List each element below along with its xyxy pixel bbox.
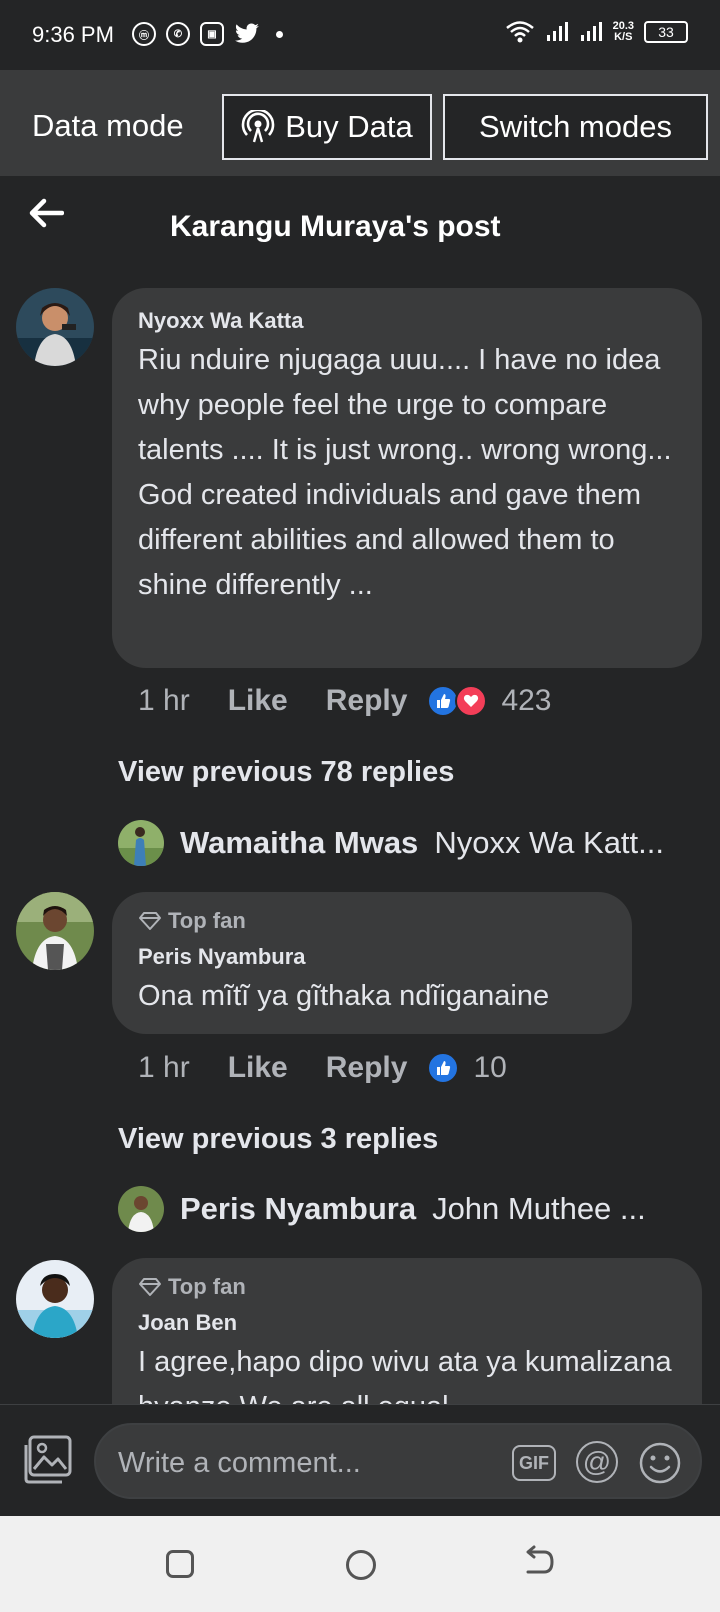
gif-button[interactable]: GIF [512,1445,556,1481]
avatar[interactable] [16,892,94,970]
page-title: Karangu Muraya's post [170,210,501,243]
top-fan-badge: Top fan [138,908,246,934]
switch-modes-button[interactable]: Switch modes [443,94,708,160]
broadcast-icon [242,110,275,143]
top-fan-label: Top fan [168,1274,246,1299]
avatar[interactable] [16,288,94,366]
comment-time: 1 hr [138,1051,190,1084]
reply-preview[interactable]: Peris Nyambura John Muthee ... [118,1186,646,1232]
buy-data-button[interactable]: Buy Data [222,94,432,160]
view-previous-replies[interactable]: View previous 78 replies [118,756,454,789]
network-speed: 20.3 K/S [613,21,634,43]
top-fan-label: Top fan [168,908,246,933]
diamond-icon [139,1278,161,1296]
back-arrow-icon[interactable] [28,198,64,228]
reply-author: Peris Nyambura [180,1191,417,1226]
comment-text: Riu nduire njugaga uuu.... I have no ide… [138,344,672,601]
emoji-icon[interactable] [638,1441,682,1485]
reactions[interactable] [427,1052,460,1084]
comment-author[interactable]: Peris Nyambura [138,944,306,970]
status-time: 9:36 PM [32,22,114,47]
reply-preview-text: Nyoxx Wa Katt... [434,825,664,860]
comment-bubble[interactable]: Top fan Peris Nyambura Ona mĩtĩ ya gĩtha… [112,892,632,1034]
data-mode-banner: Data mode Buy Data Switch modes [0,70,720,176]
comment-input[interactable]: Write a comment... GIF @ [94,1423,702,1499]
recent-apps-button[interactable] [166,1550,194,1578]
notification-icons: ⓜ ✆ ▣ [132,22,283,46]
reply-preview-text: John Muthee ... [432,1191,646,1226]
more-notifications-dot [276,30,283,38]
comment-actions: 1 hr Like Reply 423 [138,684,552,718]
twitter-notification-icon [235,23,259,43]
comment-text: I agree,hapo dipo wivu ata ya kumalizana… [138,1346,672,1404]
battery-level: 33 [658,24,674,40]
comment-bubble[interactable]: Top fan Joan Ben I agree,hapo dipo wivu … [112,1258,702,1404]
reply-button[interactable]: Reply [326,1051,408,1085]
reply-button[interactable]: Reply [326,684,408,718]
signal-icon-1 [546,22,568,41]
comment-actions: 1 hr Like Reply 10 [138,1051,507,1085]
reaction-count[interactable]: 423 [501,684,551,718]
battery-icon: 33 [644,21,688,43]
comment-placeholder: Write a comment... [118,1447,361,1479]
reaction-count[interactable]: 10 [473,1051,506,1085]
signal-icon-2 [580,22,602,41]
system-back-icon[interactable] [522,1544,556,1580]
post-header: Karangu Muraya's post [0,176,720,276]
buy-data-label: Buy Data [285,109,413,144]
avatar [118,1186,164,1232]
switch-modes-label: Switch modes [479,109,672,144]
reply-author: Wamaitha Mwas [180,825,419,860]
top-fan-badge: Top fan [138,1274,246,1300]
comment-author[interactable]: Joan Ben [138,1310,237,1336]
comment-author[interactable]: Nyoxx Wa Katta [138,308,303,334]
whatsapp-notification-icon: ✆ [166,22,190,46]
game-notification-icon: ▣ [200,22,224,46]
system-nav-bar [0,1516,720,1612]
comment-time: 1 hr [138,684,190,717]
reply-preview[interactable]: Wamaitha Mwas Nyoxx Wa Katt... [118,820,664,866]
reactions[interactable] [427,685,488,717]
thumbs-up-icon [427,1052,460,1084]
home-button[interactable] [346,1550,376,1580]
network-speed-unit: K/S [614,31,633,43]
data-mode-label: Data mode [32,108,184,143]
heart-icon [455,685,488,717]
messenger-notification-icon: ⓜ [132,22,156,46]
view-previous-replies[interactable]: View previous 3 replies [118,1123,438,1156]
comment-bubble[interactable]: Nyoxx Wa Katta Riu nduire njugaga uuu...… [112,288,702,668]
comment-clip: Top fan Joan Ben I agree,hapo dipo wivu … [0,1254,720,1404]
like-button[interactable]: Like [228,684,288,718]
photo-icon[interactable] [22,1435,74,1485]
avatar [118,820,164,866]
status-bar: 9:36 PM ⓜ ✆ ▣ 20.3 K/S 33 [0,0,720,70]
comment-text: Ona mĩtĩ ya gĩthaka ndĩiganaine [138,980,550,1012]
mention-button[interactable]: @ [576,1441,618,1483]
like-button[interactable]: Like [228,1051,288,1085]
wifi-icon [505,21,534,43]
diamond-icon [139,912,161,930]
status-right: 20.3 K/S 33 [505,20,688,44]
comment-composer: Write a comment... GIF @ [0,1404,720,1516]
